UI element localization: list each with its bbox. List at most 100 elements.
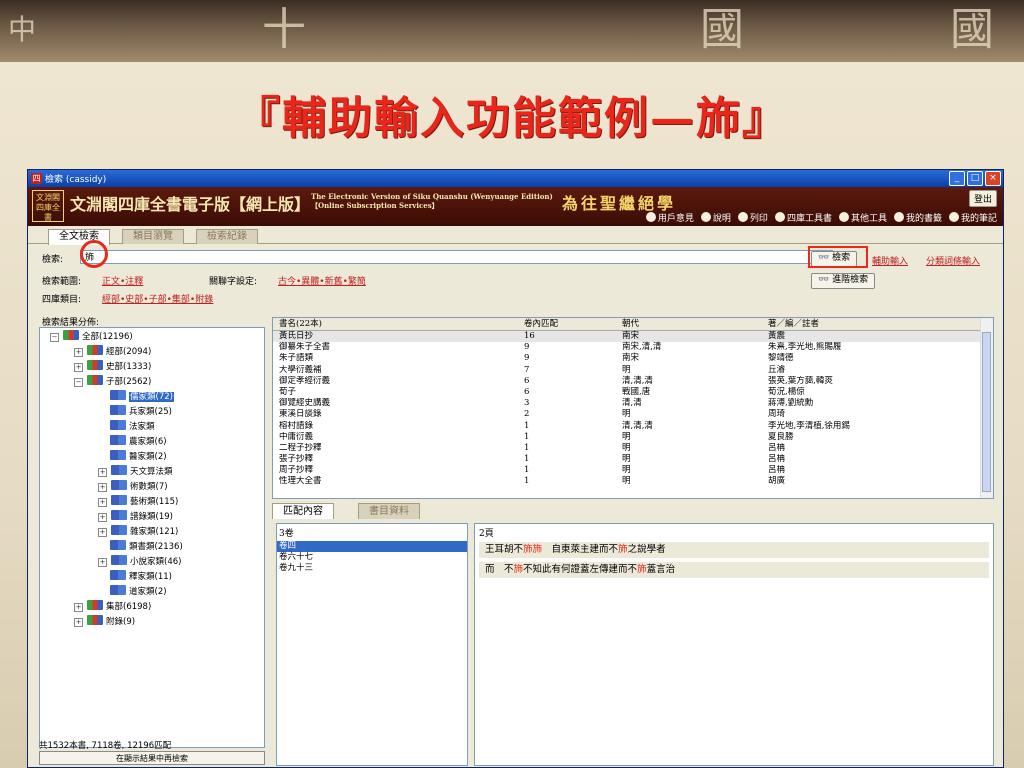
expand-icon[interactable]: +	[98, 528, 107, 537]
table-row[interactable]: 東溪日談錄 2 明 周琦	[273, 409, 993, 420]
tree-node[interactable]: 法家類	[110, 420, 155, 434]
col-count[interactable]: 卷內匹配	[521, 318, 619, 330]
search-input[interactable]: 斾	[80, 250, 833, 264]
list-item[interactable]: 卷九十三	[277, 563, 467, 574]
collapse-icon[interactable]: −	[50, 333, 59, 342]
expand-icon[interactable]: +	[74, 603, 83, 612]
book-icon	[111, 480, 127, 490]
related-value-link[interactable]: 古今•異體•新舊•繁簡	[278, 274, 366, 287]
tree-node[interactable]: + 天文算法類	[98, 465, 173, 479]
table-row[interactable]: 御定孝經衍義 6 清,清,清 張英,葉方藹,韓菼	[273, 376, 993, 387]
bookmarks-tool[interactable]: 我的書籤	[893, 211, 942, 224]
expand-icon[interactable]: +	[98, 483, 107, 492]
expand-icon[interactable]: +	[74, 363, 83, 372]
range-value-link[interactable]: 正文•注釋	[102, 274, 143, 287]
minimize-button[interactable]: _	[949, 171, 965, 186]
advanced-search-button[interactable]: 👓 進階檢索	[811, 273, 876, 289]
tab-search-history[interactable]: 檢索紀錄	[196, 229, 258, 244]
tree-node[interactable]: 農家類(6)	[110, 435, 167, 449]
tree-node-label: 子部(2562)	[106, 377, 152, 387]
tab-book-info[interactable]: 書目資料	[358, 503, 420, 519]
col-dynasty[interactable]: 朝代	[619, 318, 765, 330]
cell-count: 1	[524, 476, 530, 487]
tab-category-browse[interactable]: 類目瀏覽	[122, 229, 184, 244]
feedback-tool[interactable]: 用戶意見	[645, 211, 694, 224]
tree-node[interactable]: + 譜錄類(19)	[98, 510, 173, 524]
tree-node[interactable]: + 經部(2094)	[74, 345, 151, 359]
table-row[interactable]: 朱子語類 9 南宋 黎靖德	[273, 353, 993, 364]
expand-icon[interactable]: +	[98, 498, 107, 507]
help-tool[interactable]: 說明	[700, 211, 731, 224]
expand-icon[interactable]: +	[74, 348, 83, 357]
expand-icon[interactable]: +	[74, 618, 83, 627]
tree-node[interactable]: + 史部(1333)	[74, 360, 151, 374]
table-row[interactable]: 二程子抄釋 1 明 呂柟	[273, 443, 993, 454]
tree-node[interactable]: 兵家類(25)	[110, 405, 172, 419]
list-item[interactable]: 卷六十七	[277, 552, 467, 563]
tree-node-label: 藝術類(115)	[130, 497, 179, 507]
tree-node-label: 醫家類(2)	[129, 452, 167, 462]
collapse-icon[interactable]: −	[74, 378, 83, 387]
scrollbar-thumb[interactable]	[982, 332, 991, 492]
tree-node-label: 譜錄類(19)	[130, 512, 173, 522]
cell-author: 呂柟	[768, 465, 786, 476]
snippet-text: 王耳胡不	[485, 544, 524, 555]
match-snippet[interactable]: 王耳胡不斾斾 自東萊主建而不斾之說學者	[479, 542, 989, 558]
volume-list[interactable]: 3卷 卷四 卷六十七 卷九十三	[276, 523, 468, 766]
cell-count: 9	[524, 353, 530, 364]
category-input-link[interactable]: 分類詞條輸入	[926, 254, 980, 267]
expand-icon[interactable]: +	[98, 468, 107, 477]
volume-count: 3卷	[279, 529, 294, 539]
col-title[interactable]: 書名(22本)	[273, 318, 521, 330]
cell-author: 黎靖德	[768, 353, 794, 364]
result-tree[interactable]: − 全部(12196) + 經部(2094) + 史部(1333) − 子部(2562)…	[39, 327, 265, 748]
category-value-link[interactable]: 經部•史部•子部•集部•附錄	[102, 292, 213, 305]
table-row[interactable]: 中庸衍義 1 明 夏良勝	[273, 432, 993, 443]
table-row[interactable]: 黃氏日抄 16 南宋 黃震	[273, 331, 993, 343]
match-snippet[interactable]: 而 不斾不知此有何證蓋左傳建而不斾蓋言治	[479, 562, 989, 578]
assist-input-link[interactable]: 輔助輸入	[872, 254, 908, 267]
help-icon	[700, 212, 711, 222]
tree-node[interactable]: + 藝術類(115)	[98, 495, 178, 509]
other-tools[interactable]: 其他工具	[838, 211, 887, 224]
table-row[interactable]: 張子抄釋 1 明 呂柟	[273, 454, 993, 465]
tree-node[interactable]: 釋家類(11)	[110, 570, 172, 584]
table-row[interactable]: 荀子 6 戰國,唐 荀況,楊倞	[273, 387, 993, 398]
tree-node[interactable]: + 集部(6198)	[74, 600, 151, 614]
table-row[interactable]: 性理大全書 1 明 胡廣	[273, 476, 993, 487]
tree-node[interactable]: − 子部(2562)	[74, 375, 151, 389]
tree-node[interactable]: − 全部(12196)	[50, 330, 133, 344]
tab-match-content[interactable]: 匹配內容	[272, 503, 334, 519]
page-matches[interactable]: 2頁 王耳胡不斾斾 自東萊主建而不斾之說學者 而 不斾不知此有何證蓋左傳建而不斾…	[474, 523, 994, 766]
cell-title: 荀子	[279, 386, 297, 397]
col-author[interactable]: 著／編／註者	[765, 318, 971, 330]
print-tool[interactable]: 列印	[737, 211, 768, 224]
tree-node[interactable]: + 術數類(7)	[98, 480, 168, 494]
refine-search-button[interactable]: 在顯示結果中再檢索	[39, 751, 265, 765]
tree-node[interactable]: + 附錄(9)	[74, 615, 135, 629]
tree-node[interactable]: + 雜家類(121)	[98, 525, 178, 539]
books-icon	[87, 360, 103, 370]
table-row[interactable]: 榕村語錄 1 清,清,清 李光地,李清植,徐用錫	[273, 421, 993, 432]
table-row[interactable]: 御纂朱子全書 9 南宋,清,清 朱熹,李光地,熊賜履	[273, 342, 993, 353]
reference-tool[interactable]: 四庫工具書	[774, 211, 832, 224]
table-scrollbar[interactable]	[980, 318, 993, 498]
results-table[interactable]: 書名(22本) 卷內匹配 朝代 著／編／註者 黃氏日抄 16 南宋 黃震 御纂朱子全書…	[272, 317, 994, 499]
table-row[interactable]: 周子抄釋 1 明 呂柟	[273, 465, 993, 476]
table-row[interactable]: 大學衍義補 7 明 丘濬	[273, 365, 993, 376]
tree-node[interactable]: 儒家類(72)	[110, 390, 174, 404]
table-row[interactable]: 御覽經史講義 3 清,清 蔣溥,劉統勳	[273, 398, 993, 409]
cell-dynasty: 清,清,清	[622, 375, 653, 386]
expand-icon[interactable]: +	[98, 513, 107, 522]
maximize-button[interactable]: □	[967, 171, 983, 186]
logout-button[interactable]: 登出	[968, 190, 997, 207]
notes-tool[interactable]: 我的筆記	[948, 211, 997, 224]
list-item[interactable]: 卷四	[277, 541, 467, 552]
expand-icon[interactable]: +	[98, 558, 107, 567]
window-titlebar[interactable]: 四 檢索 (cassidy) _ □ ×	[28, 170, 1003, 187]
close-button[interactable]: ×	[985, 171, 1001, 186]
tree-node[interactable]: + 小說家類(46)	[98, 555, 181, 569]
tree-node[interactable]: 道家類(2)	[110, 585, 167, 599]
tree-node[interactable]: 類書類(2136)	[110, 540, 183, 554]
tree-node[interactable]: 醫家類(2)	[110, 450, 167, 464]
